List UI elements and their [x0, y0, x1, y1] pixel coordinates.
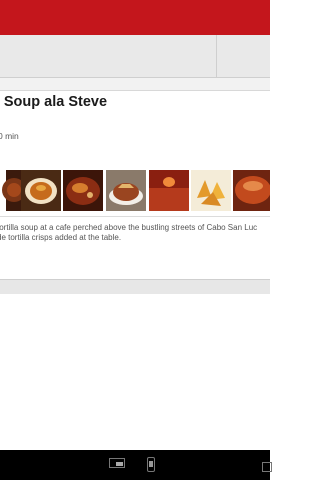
soup-photo-6[interactable] — [191, 170, 231, 211]
tab-bar — [0, 35, 270, 78]
section-gap — [0, 279, 270, 295]
app-header-bar — [0, 0, 270, 35]
recipe-description: tortilla soup at a cafe perched above th… — [0, 223, 297, 243]
soup-photo-4[interactable] — [106, 170, 146, 211]
description-line-1: tortilla soup at a cafe perched above th… — [0, 223, 258, 232]
section-gap — [0, 78, 270, 90]
recent-apps-icon[interactable] — [109, 458, 125, 468]
soup-photo-7[interactable] — [233, 170, 270, 211]
photo-strip — [0, 170, 270, 211]
soup-photo-5[interactable] — [149, 170, 189, 211]
screenshot-icon[interactable] — [147, 457, 155, 472]
card-divider — [0, 216, 270, 217]
empty-row — [0, 294, 270, 329]
system-nav-bar — [0, 450, 272, 480]
recipe-time: 0 min — [0, 131, 19, 141]
soup-photo-3[interactable] — [63, 170, 103, 211]
tab-divider — [216, 35, 217, 77]
description-line-2: de tortilla crisps added at the table. — [0, 233, 122, 242]
recipe-title: n Soup ala Steve — [0, 94, 108, 110]
soup-photo-2[interactable] — [21, 170, 61, 211]
menu-icon[interactable] — [262, 462, 272, 472]
content-area — [0, 328, 270, 450]
